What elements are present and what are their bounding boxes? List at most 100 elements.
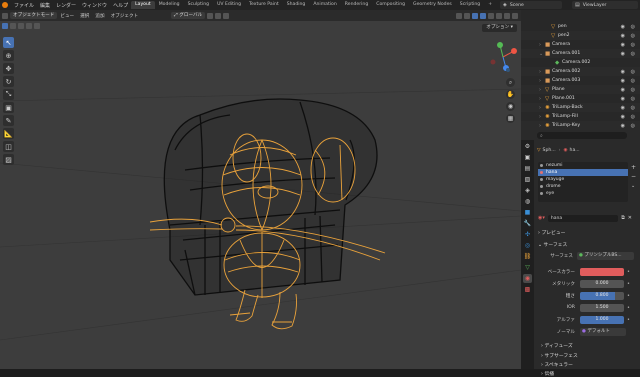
- outliner-row[interactable]: ◆ Camera.002: [521, 58, 640, 67]
- material-slot[interactable]: eye: [538, 190, 628, 197]
- world-tab-icon[interactable]: ◍: [523, 197, 532, 206]
- outliner-row[interactable]: › ■ Camera.002 ◉ ◎: [521, 67, 640, 76]
- gizmo-icon[interactable]: [464, 12, 470, 19]
- visibility-icons[interactable]: ◉ ◎: [621, 114, 637, 120]
- menu-view[interactable]: ビュー: [57, 13, 77, 19]
- viewlayer-selector[interactable]: ▤ ViewLayer: [572, 1, 638, 9]
- tab-texture-paint[interactable]: Texture Paint: [245, 1, 283, 9]
- proportional-edit-icon[interactable]: [223, 12, 230, 19]
- scale-tool-icon[interactable]: ⤡: [3, 89, 14, 100]
- duplicate-icon[interactable]: ⧉: [621, 215, 625, 221]
- outliner-row[interactable]: ▽ pen2 ◉ ◎: [521, 31, 640, 40]
- menu-object[interactable]: オブジェクト: [108, 13, 142, 19]
- close-icon[interactable]: ✕: [628, 215, 632, 221]
- tool-tab-icon[interactable]: ⚙: [523, 142, 532, 151]
- tab-shading[interactable]: Shading: [283, 1, 310, 9]
- material-slot-active[interactable]: hana: [538, 169, 628, 176]
- link-dot-icon[interactable]: •: [627, 281, 630, 287]
- visibility-icon[interactable]: [456, 12, 462, 19]
- properties-search-input[interactable]: ⌕: [537, 132, 627, 139]
- preview-panel-header[interactable]: › プレビュー: [538, 229, 565, 236]
- outliner-row[interactable]: › ▽ Plane.001 ◉ ◎: [521, 94, 640, 103]
- outliner-row[interactable]: › ■ Camera ◉ ◎: [521, 40, 640, 49]
- tab-sculpting[interactable]: Sculpting: [184, 1, 213, 9]
- visibility-icons[interactable]: ◉ ◎: [621, 42, 637, 48]
- shading-tool-icon[interactable]: ▨: [3, 154, 14, 165]
- particles-tab-icon[interactable]: ✣: [523, 230, 532, 239]
- material-tab-icon[interactable]: ◉: [523, 274, 532, 283]
- select-intersect-icon[interactable]: [34, 23, 40, 29]
- menu-window[interactable]: ウィンドウ: [79, 2, 110, 9]
- visibility-icons[interactable]: ◉ ◎: [621, 24, 637, 30]
- surface-shader-field[interactable]: ● プリンシプルBS...: [577, 252, 634, 260]
- select-box-icon[interactable]: [2, 23, 8, 29]
- perspective-grid-icon[interactable]: ▦: [506, 114, 515, 123]
- rotate-tool-icon[interactable]: ↻: [3, 76, 14, 87]
- view-layer-tab-icon[interactable]: ▧: [523, 175, 532, 184]
- overlay-icon[interactable]: [472, 12, 478, 19]
- pan-hand-icon[interactable]: ✋: [506, 90, 515, 99]
- shading-rendered-icon[interactable]: [512, 12, 518, 19]
- material-slot[interactable]: drome: [538, 183, 628, 190]
- breadcrumb-material[interactable]: ha...: [570, 148, 580, 153]
- outliner-row[interactable]: ▽ pen ◉ ◎: [521, 22, 640, 31]
- normal-field[interactable]: ● デフォルト: [580, 328, 626, 336]
- menu-select[interactable]: 選択: [77, 13, 92, 19]
- mode-dropdown[interactable]: オブジェクトモード: [10, 12, 58, 19]
- shading-material-icon[interactable]: [504, 12, 510, 19]
- annotate-tool-icon[interactable]: ✎: [3, 115, 14, 126]
- select-extend-icon[interactable]: [10, 23, 16, 29]
- menu-add[interactable]: 追加: [92, 13, 107, 19]
- material-browse-icon[interactable]: ◉▾: [538, 215, 545, 221]
- surface-panel-header[interactable]: ⌄ サーフェス: [538, 241, 567, 248]
- transform-tool-icon[interactable]: ▣: [3, 102, 14, 113]
- transmission-section-header[interactable]: › 伝播: [541, 370, 554, 377]
- tab-animation[interactable]: Animation: [309, 1, 340, 9]
- transform-orientation-dropdown[interactable]: ⤢ グローバル: [171, 12, 206, 19]
- zoom-icon[interactable]: ⌕: [506, 78, 515, 87]
- outliner-row[interactable]: › ✺ TriLamp-Back ◉ ◎: [521, 103, 640, 112]
- select-subtract-icon[interactable]: [18, 23, 24, 29]
- outliner-row[interactable]: ⌄ ■ Camera.001 ◉ ◎: [521, 49, 640, 58]
- scene-selector[interactable]: ◈ Scene: [500, 1, 562, 9]
- editor-type-icon[interactable]: [2, 12, 8, 19]
- navigation-gizmo[interactable]: [486, 40, 520, 74]
- menu-file[interactable]: ファイル: [11, 2, 37, 9]
- move-tool-icon[interactable]: ✥: [3, 63, 14, 74]
- tab-geometry-nodes[interactable]: Geometry Nodes: [409, 1, 456, 9]
- tab-scripting[interactable]: Scripting: [456, 1, 484, 9]
- material-name-field[interactable]: hana: [547, 214, 619, 222]
- outliner-row[interactable]: › ■ Camera.003 ◉ ◎: [521, 76, 640, 85]
- breadcrumb-object[interactable]: Sph...: [543, 148, 556, 153]
- shading-solid-icon[interactable]: [496, 12, 502, 19]
- alpha-slider[interactable]: 1.000: [580, 316, 624, 324]
- ior-field[interactable]: 1.500: [580, 304, 624, 312]
- visibility-icons[interactable]: ◉ ◎: [621, 33, 637, 39]
- outliner-row[interactable]: › ▽ Plane ◉ ◎: [521, 85, 640, 94]
- constraints-tab-icon[interactable]: ⛓: [523, 252, 532, 261]
- select-invert-icon[interactable]: [26, 23, 32, 29]
- link-dot-icon[interactable]: •: [627, 269, 630, 275]
- blender-logo-icon[interactable]: [2, 2, 8, 8]
- roughness-slider[interactable]: 0.800: [580, 292, 624, 300]
- menu-help[interactable]: ヘルプ: [110, 2, 131, 9]
- subsurface-section-header[interactable]: › サブサーフェス: [541, 352, 578, 359]
- diffuse-section-header[interactable]: › ディフューズ: [541, 342, 573, 349]
- add-cube-tool-icon[interactable]: ◫: [3, 141, 14, 152]
- material-slot[interactable]: mayuge: [538, 176, 628, 183]
- texture-tab-icon[interactable]: ▩: [523, 285, 532, 294]
- object-tab-icon[interactable]: ■: [523, 208, 532, 217]
- snap-icon[interactable]: [215, 12, 222, 19]
- menu-edit[interactable]: 編集: [37, 2, 53, 9]
- tab-modeling[interactable]: Modeling: [155, 1, 184, 9]
- visibility-icons[interactable]: ◉ ◎: [621, 105, 637, 111]
- remove-slot-icon[interactable]: −: [631, 173, 636, 180]
- visibility-icons[interactable]: ◉ ◎: [621, 69, 637, 75]
- pivot-icon[interactable]: [207, 12, 214, 19]
- add-workspace-button[interactable]: +: [484, 1, 496, 9]
- modifier-tab-icon[interactable]: 🔧: [523, 219, 532, 228]
- tab-rendering[interactable]: Rendering: [341, 1, 372, 9]
- shading-wire-icon[interactable]: [488, 12, 494, 19]
- outliner-row[interactable]: › ✺ TriLamp-Fill ◉ ◎: [521, 112, 640, 121]
- material-slot[interactable]: nezumi: [538, 162, 628, 169]
